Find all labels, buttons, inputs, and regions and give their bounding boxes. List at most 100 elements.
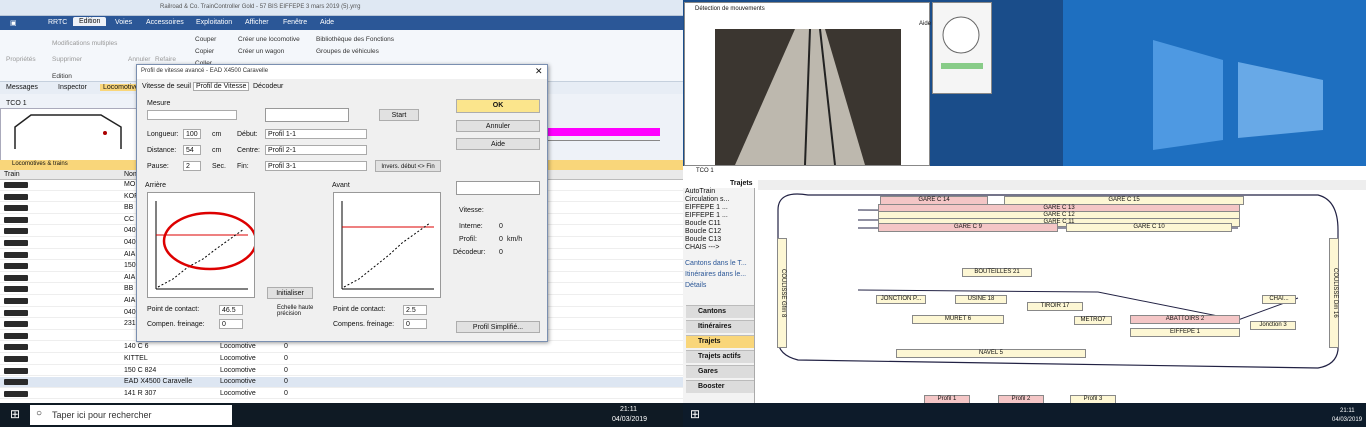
copier-button[interactable]: Copier — [195, 48, 214, 55]
table-row[interactable]: 141 R 307 Locomotive 0 — [0, 389, 683, 400]
block-gare-c9[interactable]: GARE C 9 — [878, 223, 1058, 232]
fin-select[interactable]: Profil 3-1 — [265, 161, 367, 171]
trajet-item[interactable]: Circulation s... — [685, 196, 729, 203]
trajet-item[interactable]: Boucle C12 — [685, 228, 721, 235]
annuler-button-dlg[interactable]: Annuler — [456, 120, 540, 132]
search-input[interactable]: Taper ici pour rechercher — [30, 405, 232, 425]
block-navel[interactable]: NAVEL 5 — [896, 349, 1086, 358]
table-row[interactable]: KITTEL Locomotive 0 — [0, 354, 683, 365]
block-jonction-p[interactable]: JONCTION P... — [876, 295, 926, 304]
tab-inspector[interactable]: Inspector — [58, 84, 87, 91]
start-button[interactable]: Start — [379, 109, 419, 121]
groupes-button[interactable]: Groupes de véhicules — [316, 48, 379, 55]
table-row[interactable]: EAD X4500 Caravelle Locomotive 0 — [0, 377, 683, 388]
menu-rrtc[interactable]: RRTC — [48, 19, 67, 26]
table-row[interactable]: 150 C 824 Locomotive 0 — [0, 366, 683, 377]
windows-start-icon[interactable]: ⊞ — [10, 407, 20, 421]
menu-accessoires[interactable]: Accessoires — [146, 19, 184, 26]
cell-v: 0 — [284, 366, 288, 374]
trajet-item[interactable]: Boucle C11 — [685, 220, 721, 227]
pc-input-1[interactable]: 46.5 — [219, 305, 243, 315]
avant-graph[interactable] — [333, 192, 441, 298]
refaire-button[interactable]: Refaire — [155, 56, 176, 63]
side-booster[interactable]: Booster — [686, 380, 754, 393]
block-bouteilles[interactable]: BOUTEILLES 21 — [962, 268, 1032, 277]
modif-button[interactable]: Modifications multiples — [52, 40, 117, 47]
video-aide[interactable]: Aide — [919, 21, 931, 27]
debut-select[interactable]: Profil 1-1 — [265, 129, 367, 139]
initialiser-button[interactable]: Initialiser — [267, 287, 313, 299]
tco-tab[interactable]: TCO 1 — [6, 100, 27, 107]
cell-n: 040 — [124, 308, 136, 316]
annuler-button[interactable]: Annuler — [128, 56, 150, 63]
props-button[interactable]: Propriétés — [6, 56, 36, 63]
tab-profil-vitesse[interactable]: Profil de Vitesse — [193, 82, 250, 91]
panel-details[interactable]: Détails — [685, 282, 706, 289]
close-icon[interactable]: ✕ — [535, 66, 543, 77]
cf-input-2[interactable]: 0 — [403, 319, 427, 329]
clock-date-left[interactable]: 04/03/2019 — [612, 416, 647, 423]
side-trajets-actifs[interactable]: Trajets actifs — [686, 350, 754, 363]
throttle-window[interactable] — [932, 2, 992, 94]
creer-wagon-button[interactable]: Créer un wagon — [238, 48, 284, 55]
creer-loco-button[interactable]: Créer une locomotive — [238, 36, 300, 43]
menu-voies[interactable]: Voies — [115, 19, 132, 26]
menu-fenetre[interactable]: Fenêtre — [283, 19, 307, 26]
trajet-item[interactable]: EIFFEPE 1 ... — [685, 212, 728, 219]
trajet-item[interactable]: EIFFEPE 1 ... — [685, 204, 728, 211]
menu-aide[interactable]: Aide — [320, 19, 334, 26]
clock-time-right[interactable]: 21:11 — [1340, 408, 1355, 414]
table-row[interactable]: 140 C 6 Locomotive 0 — [0, 342, 683, 353]
windows-start-icon-2[interactable]: ⊞ — [690, 407, 700, 421]
aide-button[interactable]: Aide — [456, 138, 540, 150]
ok-button[interactable]: OK — [456, 99, 540, 113]
block-muret[interactable]: MURET 6 — [912, 315, 1004, 324]
block-eiffepe1[interactable]: EIFFEPE 1 — [1130, 328, 1240, 337]
longueur-input[interactable]: 100 — [183, 129, 201, 139]
block-abattoirs[interactable]: ABATTOIRS 2 — [1130, 315, 1240, 324]
side-cantons[interactable]: Cantons — [686, 305, 754, 318]
block-jonction3[interactable]: Jonction 3 — [1250, 321, 1296, 330]
couper-button[interactable]: Couper — [195, 36, 216, 43]
block-gare-c10[interactable]: GARE C 10 — [1066, 223, 1232, 232]
app-titlebar: Railroad & Co. TrainController Gold - 57… — [0, 0, 683, 16]
trajet-item[interactable]: Boucle C13 — [685, 236, 721, 243]
col-train[interactable]: Train — [4, 171, 20, 178]
biblio-button[interactable]: Bibliothèque des Fonctions — [316, 36, 394, 43]
block-metro[interactable]: METRO7 — [1074, 316, 1112, 325]
side-gares[interactable]: Gares — [686, 365, 754, 378]
arriere-graph[interactable] — [147, 192, 258, 298]
invers-button[interactable]: Invers. début <> Fin — [375, 160, 441, 172]
block-chai[interactable]: CHAI... — [1262, 295, 1296, 304]
distance-input[interactable]: 54 — [183, 145, 201, 155]
block-coulisse-8[interactable]: COULISSE Gfm 8 — [777, 238, 787, 348]
trajet-item[interactable]: AutoTrain — [685, 188, 715, 195]
profil-simplifie-button[interactable]: Profil Simplifié... — [456, 321, 540, 333]
panel-cantons[interactable]: Cantons dans le T... — [685, 260, 747, 267]
mesure-select[interactable] — [147, 110, 237, 120]
tab-decodeur[interactable]: Décodeur — [253, 83, 283, 90]
loco-thumbnail — [4, 263, 28, 270]
side-trajets[interactable]: Trajets — [686, 335, 754, 348]
menu-app-icon[interactable]: ▣ — [10, 19, 17, 27]
panel-itin[interactable]: Itinéraires dans le... — [685, 271, 746, 278]
menu-afficher[interactable]: Afficher — [245, 19, 269, 26]
clock-time-left[interactable]: 21:11 — [620, 406, 637, 413]
menu-exploitation[interactable]: Exploitation — [196, 19, 232, 26]
clock-date-right[interactable]: 04/03/2019 — [1332, 417, 1362, 423]
block-usine[interactable]: USINE 18 — [955, 295, 1007, 304]
echelle-label[interactable]: Echelle haute précision — [277, 305, 317, 317]
centre-select[interactable]: Profil 2-1 — [265, 145, 367, 155]
side-itineraires[interactable]: Itinéraires — [686, 320, 754, 333]
pause-input[interactable]: 2 — [183, 161, 201, 171]
tab-messages[interactable]: Messages — [6, 84, 38, 91]
speed-slider[interactable] — [265, 108, 349, 122]
tab-vitesse-seuil[interactable]: Vitesse de seuil — [142, 83, 191, 90]
block-tiroir[interactable]: TIROIR 17 — [1027, 302, 1083, 311]
trajet-item[interactable]: CHAIS ---> — [685, 244, 719, 251]
menu-edition[interactable]: Edition — [73, 17, 107, 26]
pc-input-2[interactable]: 2.5 — [403, 305, 427, 315]
cf-input-1[interactable]: 0 — [219, 319, 243, 329]
suppr-button[interactable]: Supprimer — [52, 56, 82, 63]
block-coulisse-16[interactable]: COULISSE Dm 16 — [1329, 238, 1339, 348]
